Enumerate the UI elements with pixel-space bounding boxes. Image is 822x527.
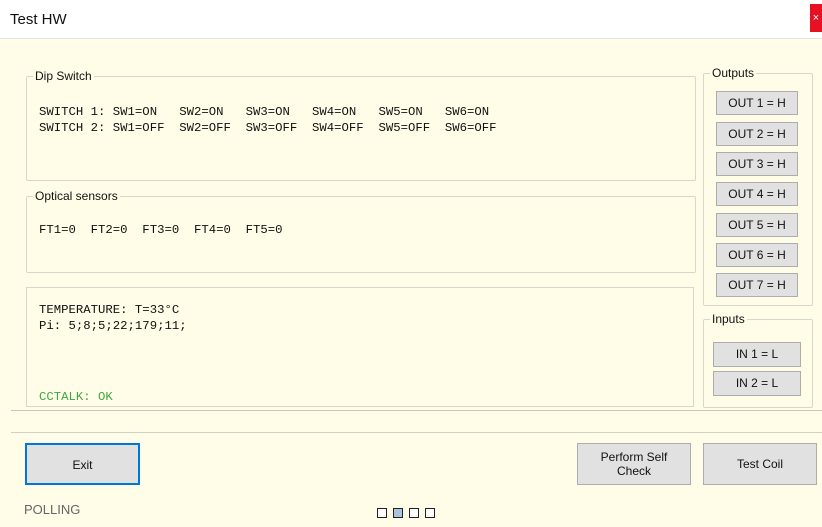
status-text: POLLING: [24, 502, 81, 517]
exit-button[interactable]: Exit: [25, 443, 140, 485]
status-indicator-square: [409, 508, 419, 518]
in-1-button[interactable]: IN 1 = L: [713, 342, 801, 367]
cctalk-status: CCTALK: OK: [39, 390, 113, 404]
out-3-button[interactable]: OUT 3 = H: [716, 152, 798, 176]
perform-self-check-button[interactable]: Perform Self Check: [577, 443, 691, 485]
title-bar: Test HW ×: [0, 0, 822, 39]
dip-switch-legend: Dip Switch: [35, 69, 92, 83]
out-5-button[interactable]: OUT 5 = H: [716, 213, 798, 237]
status-indicator-square: [377, 508, 387, 518]
out-1-button[interactable]: OUT 1 = H: [716, 91, 798, 115]
out-6-button[interactable]: OUT 6 = H: [716, 243, 798, 267]
info-box: TEMPERATURE: T=33°C Pi: 5;8;5;22;179;11;…: [26, 287, 694, 407]
perform-self-check-label-line-1: Perform Self: [600, 450, 668, 464]
perform-self-check-label-line-2: Check: [616, 464, 651, 478]
optical-sensors-line: FT1=0 FT2=0 FT3=0 FT4=0 FT5=0: [39, 223, 283, 237]
inputs-legend: Inputs: [712, 312, 745, 326]
dip-switch-group: Dip Switch SWITCH 1: SW1=ON SW2=ON SW3=O…: [26, 69, 696, 181]
window-title: Test HW: [10, 11, 67, 28]
status-indicator-square: [393, 508, 403, 518]
dip-switch-line-2: SWITCH 2: SW1=OFF SW2=OFF SW3=OFF SW4=OF…: [39, 121, 497, 135]
temperature-text: TEMPERATURE: T=33°C: [39, 303, 180, 317]
in-2-button[interactable]: IN 2 = L: [713, 371, 801, 396]
close-icon[interactable]: ×: [810, 4, 822, 32]
test-coil-button[interactable]: Test Coil: [703, 443, 817, 485]
optical-sensors-group: Optical sensors FT1=0 FT2=0 FT3=0 FT4=0 …: [26, 189, 696, 273]
dip-switch-line-1: SWITCH 1: SW1=ON SW2=ON SW3=ON SW4=ON SW…: [39, 105, 490, 119]
outputs-legend: Outputs: [712, 66, 755, 80]
pi-text: Pi: 5;8;5;22;179;11;: [39, 319, 187, 333]
out-7-button[interactable]: OUT 7 = H: [716, 273, 798, 297]
optical-sensors-legend: Optical sensors: [35, 189, 118, 203]
out-2-button[interactable]: OUT 2 = H: [716, 122, 798, 146]
out-4-button[interactable]: OUT 4 = H: [716, 182, 798, 206]
status-indicator-square: [425, 508, 435, 518]
